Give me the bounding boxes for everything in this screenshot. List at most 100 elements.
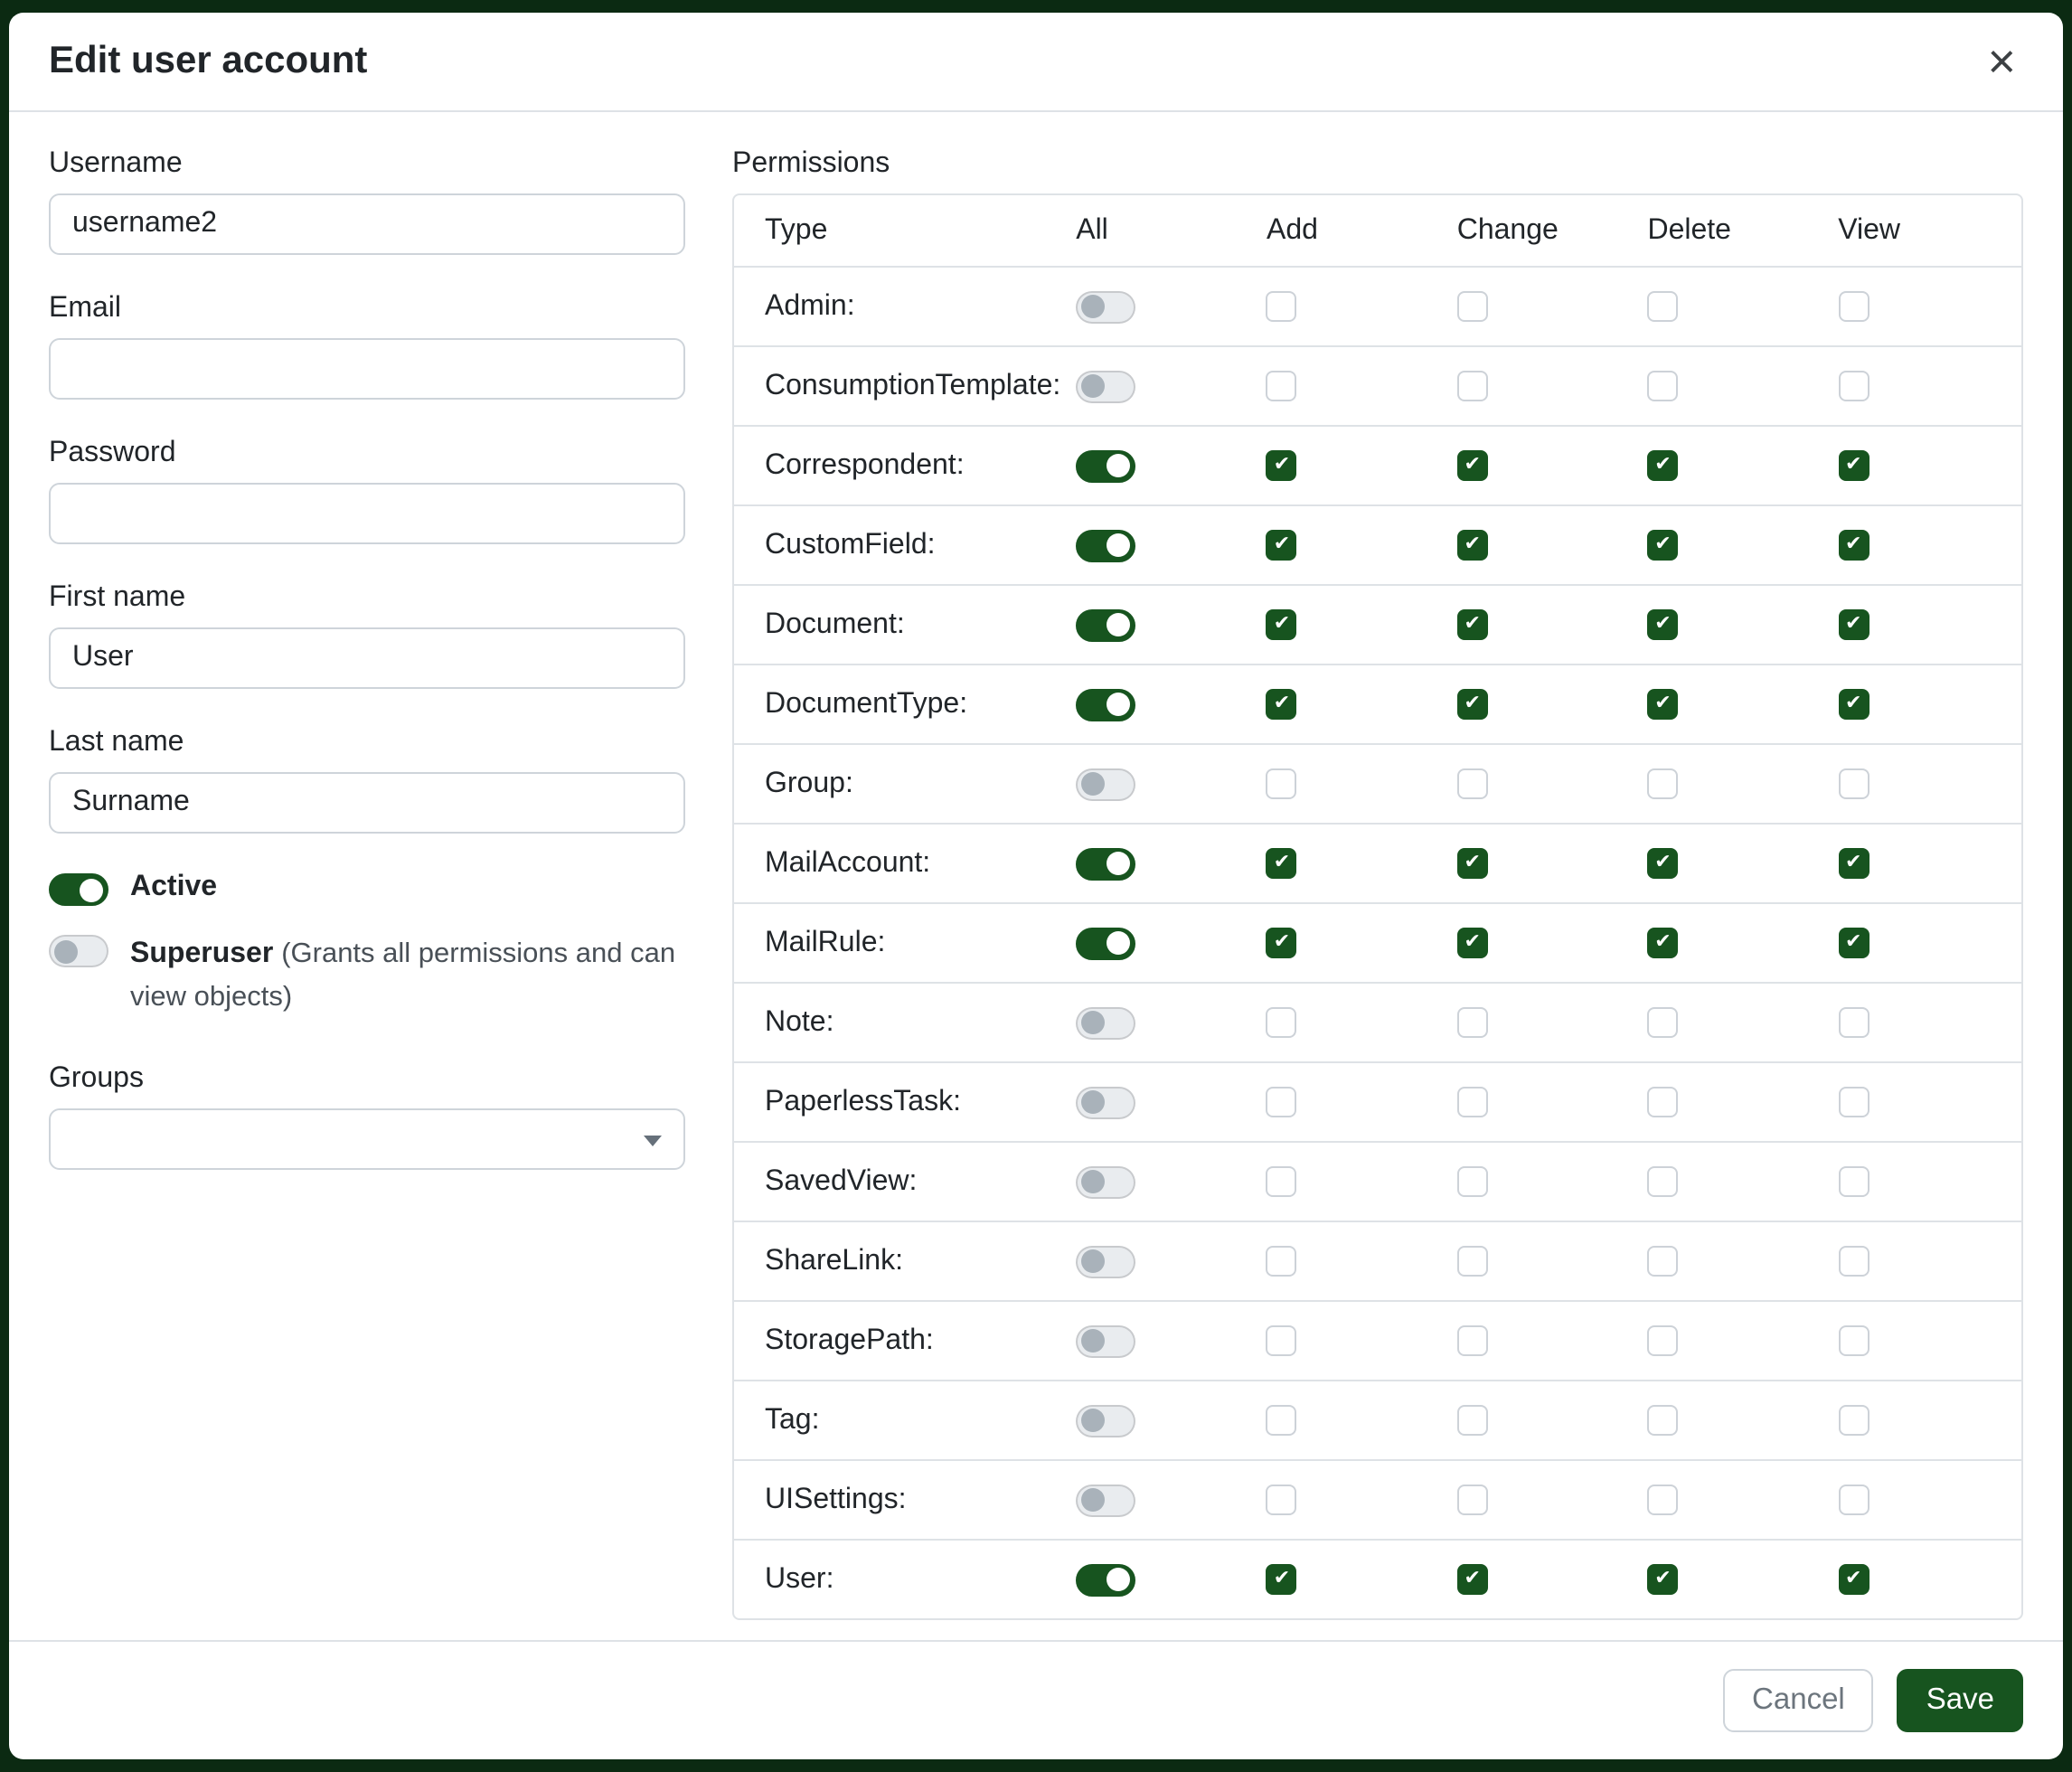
permission-change-checkbox[interactable]: ✔ [1457, 450, 1488, 481]
permission-row: Document:✔✔✔✔ [734, 586, 2021, 665]
close-icon[interactable]: × [1980, 40, 2023, 83]
permission-view-checkbox[interactable]: ✔ [1838, 450, 1869, 481]
permission-add-checkbox[interactable] [1267, 371, 1297, 401]
permission-delete-checkbox[interactable] [1647, 1246, 1678, 1277]
permission-view-checkbox[interactable] [1838, 1485, 1869, 1515]
permission-all-toggle[interactable] [1076, 290, 1135, 323]
permission-change-checkbox[interactable] [1457, 291, 1488, 322]
permission-change-checkbox[interactable] [1457, 1087, 1488, 1117]
permission-view-checkbox[interactable] [1838, 291, 1869, 322]
permission-view-checkbox[interactable]: ✔ [1838, 689, 1869, 720]
permission-add-checkbox[interactable] [1267, 1405, 1297, 1436]
permission-add-checkbox[interactable] [1267, 1246, 1297, 1277]
permission-delete-checkbox[interactable] [1647, 1166, 1678, 1197]
permission-all-toggle[interactable] [1076, 1245, 1135, 1277]
permission-change-checkbox[interactable]: ✔ [1457, 1564, 1488, 1595]
permission-all-toggle[interactable] [1076, 370, 1135, 402]
superuser-toggle[interactable] [49, 935, 108, 967]
permission-change-checkbox[interactable] [1457, 371, 1488, 401]
permission-delete-checkbox[interactable] [1647, 1485, 1678, 1515]
permission-add-checkbox[interactable]: ✔ [1267, 928, 1297, 958]
permission-add-checkbox[interactable] [1267, 1485, 1297, 1515]
permission-add-checkbox[interactable]: ✔ [1267, 609, 1297, 640]
permission-delete-checkbox[interactable]: ✔ [1647, 609, 1678, 640]
permission-add-checkbox[interactable]: ✔ [1267, 689, 1297, 720]
permission-add-checkbox[interactable] [1267, 1007, 1297, 1038]
permission-view-checkbox[interactable]: ✔ [1838, 928, 1869, 958]
permission-delete-checkbox[interactable] [1647, 1087, 1678, 1117]
save-button[interactable]: Save [1898, 1669, 2023, 1732]
permission-view-checkbox[interactable]: ✔ [1838, 1564, 1869, 1595]
permission-view-checkbox[interactable] [1838, 1166, 1869, 1197]
permission-all-toggle[interactable] [1076, 1404, 1135, 1437]
permission-all-toggle[interactable] [1076, 1563, 1135, 1596]
permission-add-checkbox[interactable]: ✔ [1267, 1564, 1297, 1595]
permission-view-checkbox[interactable] [1838, 1325, 1869, 1356]
permission-add-checkbox[interactable] [1267, 291, 1297, 322]
permission-change-checkbox[interactable]: ✔ [1457, 928, 1488, 958]
permission-view-checkbox[interactable]: ✔ [1838, 609, 1869, 640]
permission-change-checkbox[interactable] [1457, 1246, 1488, 1277]
permission-all-toggle[interactable] [1076, 608, 1135, 641]
groups-select[interactable] [49, 1108, 685, 1170]
password-input[interactable] [49, 483, 685, 544]
cancel-button[interactable]: Cancel [1723, 1669, 1874, 1732]
permission-delete-checkbox[interactable] [1647, 768, 1678, 799]
permission-all-toggle[interactable] [1076, 847, 1135, 880]
permission-view-checkbox[interactable]: ✔ [1838, 530, 1869, 561]
permission-delete-checkbox[interactable]: ✔ [1647, 1564, 1678, 1595]
permission-add-checkbox[interactable]: ✔ [1267, 530, 1297, 561]
col-header-view: View [1831, 214, 2021, 247]
permission-all-toggle[interactable] [1076, 1086, 1135, 1118]
last-name-input[interactable] [49, 772, 685, 834]
permission-all-toggle[interactable] [1076, 1484, 1135, 1516]
permission-all-toggle[interactable] [1076, 927, 1135, 959]
permission-change-checkbox[interactable] [1457, 1405, 1488, 1436]
permission-add-checkbox[interactable] [1267, 1087, 1297, 1117]
permission-delete-checkbox[interactable]: ✔ [1647, 450, 1678, 481]
permission-view-checkbox[interactable] [1838, 1405, 1869, 1436]
permission-change-checkbox[interactable]: ✔ [1457, 689, 1488, 720]
permission-change-checkbox[interactable] [1457, 1166, 1488, 1197]
permission-view-checkbox[interactable] [1838, 1007, 1869, 1038]
email-input[interactable] [49, 338, 685, 400]
permission-change-checkbox[interactable] [1457, 1485, 1488, 1515]
permissions-table-body: Admin:ConsumptionTemplate:Correspondent:… [734, 268, 2021, 1618]
permission-change-checkbox[interactable] [1457, 1325, 1488, 1356]
permission-change-checkbox[interactable] [1457, 1007, 1488, 1038]
permission-delete-checkbox[interactable]: ✔ [1647, 848, 1678, 879]
permission-add-checkbox[interactable]: ✔ [1267, 848, 1297, 879]
permission-delete-checkbox[interactable]: ✔ [1647, 689, 1678, 720]
permission-delete-checkbox[interactable] [1647, 1405, 1678, 1436]
permission-view-checkbox[interactable] [1838, 1087, 1869, 1117]
permission-type-label: Correspondent: [734, 449, 1069, 482]
permission-add-checkbox[interactable]: ✔ [1267, 450, 1297, 481]
permission-delete-checkbox[interactable]: ✔ [1647, 928, 1678, 958]
permission-view-checkbox[interactable]: ✔ [1838, 848, 1869, 879]
permission-change-checkbox[interactable]: ✔ [1457, 609, 1488, 640]
permission-all-toggle[interactable] [1076, 1006, 1135, 1039]
permission-change-checkbox[interactable] [1457, 768, 1488, 799]
permission-all-toggle[interactable] [1076, 449, 1135, 482]
permission-change-checkbox[interactable]: ✔ [1457, 848, 1488, 879]
permission-view-checkbox[interactable] [1838, 768, 1869, 799]
active-toggle[interactable] [49, 873, 108, 906]
permission-all-toggle[interactable] [1076, 688, 1135, 721]
permission-delete-checkbox[interactable] [1647, 291, 1678, 322]
permission-all-toggle[interactable] [1076, 1324, 1135, 1357]
permission-view-checkbox[interactable] [1838, 371, 1869, 401]
permission-all-toggle[interactable] [1076, 529, 1135, 561]
permission-all-toggle[interactable] [1076, 1165, 1135, 1198]
permission-add-checkbox[interactable] [1267, 1325, 1297, 1356]
permission-delete-checkbox[interactable] [1647, 1325, 1678, 1356]
permission-delete-checkbox[interactable] [1647, 1007, 1678, 1038]
permission-view-checkbox[interactable] [1838, 1246, 1869, 1277]
permission-delete-checkbox[interactable]: ✔ [1647, 530, 1678, 561]
username-input[interactable] [49, 193, 685, 255]
permission-all-toggle[interactable] [1076, 768, 1135, 800]
permission-add-checkbox[interactable] [1267, 1166, 1297, 1197]
permission-change-checkbox[interactable]: ✔ [1457, 530, 1488, 561]
permission-add-checkbox[interactable] [1267, 768, 1297, 799]
first-name-input[interactable] [49, 627, 685, 689]
permission-delete-checkbox[interactable] [1647, 371, 1678, 401]
